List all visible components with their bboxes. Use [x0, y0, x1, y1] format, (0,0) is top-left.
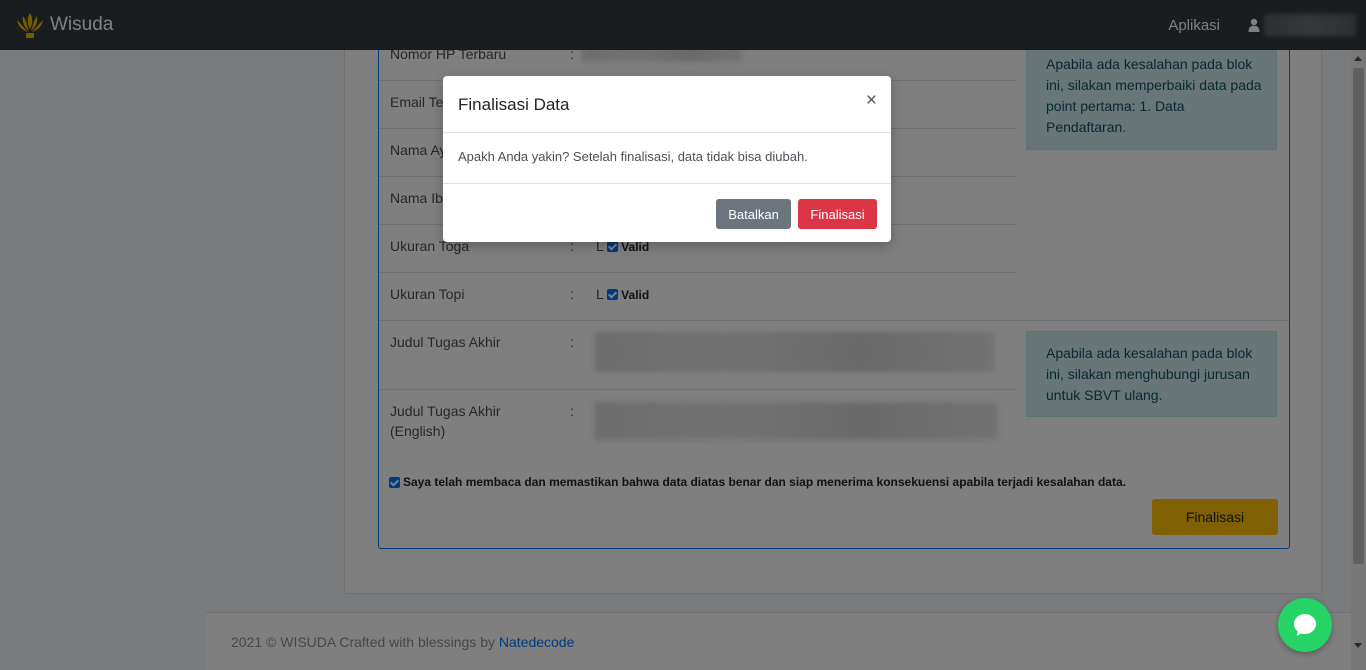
close-icon[interactable]: ×	[866, 91, 877, 111]
finalize-modal: Finalisasi Data × Apakh Anda yakin? Sete…	[443, 76, 891, 242]
modal-footer: Batalkan Finalisasi	[443, 183, 891, 242]
whatsapp-chat-button[interactable]	[1278, 598, 1332, 652]
modal-body: Apakh Anda yakin? Setelah finalisasi, da…	[458, 149, 808, 164]
modal-header: Finalisasi Data ×	[443, 76, 891, 133]
modal-title: Finalisasi Data	[458, 95, 570, 114]
cancel-button[interactable]: Batalkan	[716, 199, 791, 229]
whatsapp-chat-icon	[1294, 614, 1316, 636]
confirm-finalize-button[interactable]: Finalisasi	[798, 199, 877, 229]
